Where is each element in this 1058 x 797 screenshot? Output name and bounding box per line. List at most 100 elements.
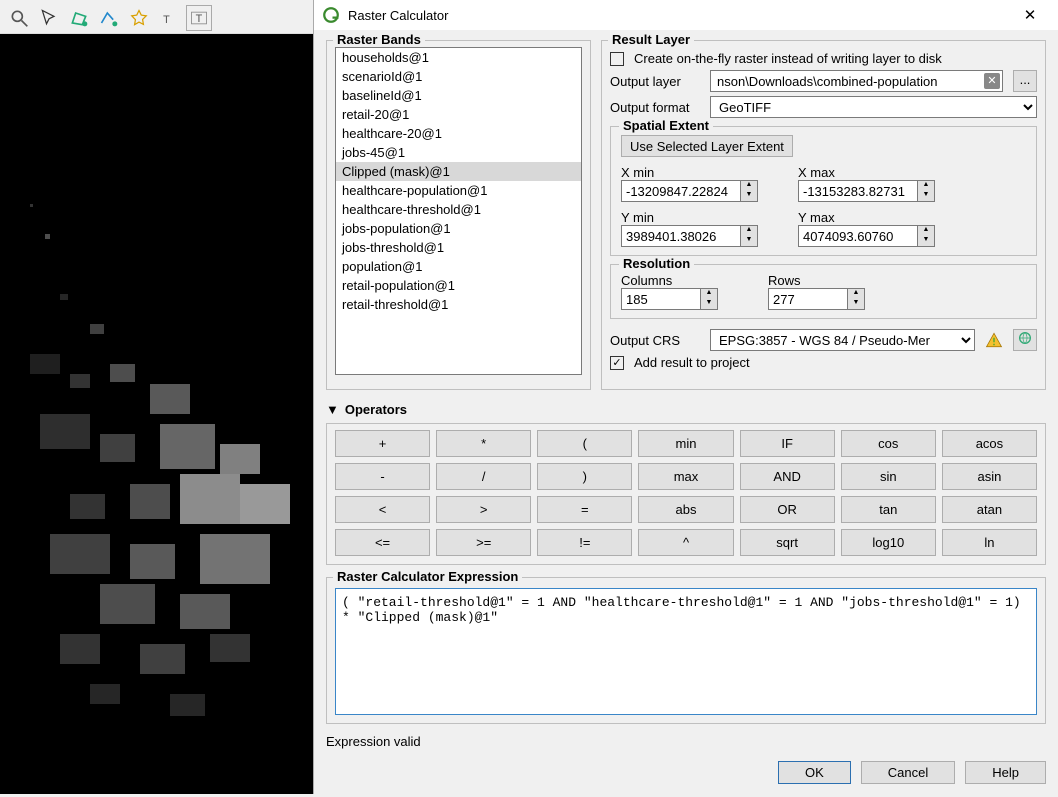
- operator-button[interactable]: abs: [638, 496, 733, 523]
- operator-button[interactable]: tan: [841, 496, 936, 523]
- band-item[interactable]: healthcare-population@1: [336, 181, 581, 200]
- operator-button[interactable]: log10: [841, 529, 936, 556]
- band-item[interactable]: baselineId@1: [336, 86, 581, 105]
- output-crs-select[interactable]: EPSG:3857 - WGS 84 / Pseudo-Mer: [710, 329, 975, 351]
- operator-button[interactable]: <=: [335, 529, 430, 556]
- ymin-input[interactable]: [621, 225, 741, 247]
- operator-button[interactable]: >: [436, 496, 531, 523]
- operator-button[interactable]: /: [436, 463, 531, 490]
- raster-bands-legend: Raster Bands: [333, 32, 425, 47]
- ok-button[interactable]: OK: [778, 761, 851, 784]
- close-button[interactable]: ✕: [1010, 6, 1050, 24]
- new-line-icon[interactable]: [96, 5, 122, 31]
- operator-button[interactable]: sqrt: [740, 529, 835, 556]
- spin-down-icon[interactable]: ▼: [741, 236, 757, 246]
- operator-button[interactable]: IF: [740, 430, 835, 457]
- xmin-input[interactable]: [621, 180, 741, 202]
- spin-down-icon[interactable]: ▼: [918, 236, 934, 246]
- band-item[interactable]: retail-20@1: [336, 105, 581, 124]
- browse-output-button[interactable]: ...: [1013, 70, 1037, 92]
- identify-icon[interactable]: [6, 5, 32, 31]
- operator-button[interactable]: ): [537, 463, 632, 490]
- spin-down-icon[interactable]: ▼: [848, 299, 864, 309]
- new-polygon-icon[interactable]: [66, 5, 92, 31]
- spin-down-icon[interactable]: ▼: [701, 299, 717, 309]
- result-layer-legend: Result Layer: [608, 32, 694, 47]
- dialog-titlebar: Raster Calculator ✕: [314, 0, 1058, 30]
- add-to-project-label: Add result to project: [634, 355, 750, 370]
- output-format-select[interactable]: GeoTIFF: [710, 96, 1037, 118]
- band-item[interactable]: jobs-threshold@1: [336, 238, 581, 257]
- select-crs-button[interactable]: [1013, 329, 1037, 351]
- operator-button[interactable]: min: [638, 430, 733, 457]
- operators-toggle[interactable]: ▼ Operators: [326, 402, 1046, 417]
- spin-up-icon[interactable]: ▲: [741, 181, 757, 191]
- operator-button[interactable]: ^: [638, 529, 733, 556]
- operators-grid: +*(minIFcosacos-/)maxANDsinasin<>=absORt…: [326, 423, 1046, 565]
- band-item[interactable]: jobs-population@1: [336, 219, 581, 238]
- band-item[interactable]: households@1: [336, 48, 581, 67]
- operator-button[interactable]: <: [335, 496, 430, 523]
- operator-button[interactable]: =: [537, 496, 632, 523]
- operator-button[interactable]: !=: [537, 529, 632, 556]
- select-arrow-icon[interactable]: [36, 5, 62, 31]
- rows-input[interactable]: [768, 288, 848, 310]
- expression-status-label: Expression valid: [326, 734, 1046, 749]
- band-item[interactable]: population@1: [336, 257, 581, 276]
- band-item[interactable]: retail-population@1: [336, 276, 581, 295]
- spin-down-icon[interactable]: ▼: [741, 191, 757, 201]
- spatial-extent-legend: Spatial Extent: [619, 118, 713, 133]
- operator-button[interactable]: -: [335, 463, 430, 490]
- spin-down-icon[interactable]: ▼: [918, 191, 934, 201]
- operator-button[interactable]: sin: [841, 463, 936, 490]
- cancel-button[interactable]: Cancel: [861, 761, 955, 784]
- text-box-icon[interactable]: T: [186, 5, 212, 31]
- operator-button[interactable]: atan: [942, 496, 1037, 523]
- use-selected-extent-button[interactable]: Use Selected Layer Extent: [621, 135, 793, 157]
- expression-legend: Raster Calculator Expression: [333, 569, 522, 584]
- spin-up-icon[interactable]: ▲: [701, 289, 717, 299]
- columns-label: Columns: [621, 273, 681, 288]
- raster-bands-list[interactable]: households@1scenarioId@1baselineId@1reta…: [335, 47, 582, 375]
- operator-button[interactable]: acos: [942, 430, 1037, 457]
- text-annotation-icon[interactable]: T: [156, 5, 182, 31]
- favorite-icon[interactable]: [126, 5, 152, 31]
- operator-button[interactable]: >=: [436, 529, 531, 556]
- xmax-input[interactable]: [798, 180, 918, 202]
- qgis-icon: [322, 6, 340, 24]
- ymin-label: Y min: [621, 210, 681, 225]
- spin-up-icon[interactable]: ▲: [741, 226, 757, 236]
- operator-button[interactable]: max: [638, 463, 733, 490]
- spin-up-icon[interactable]: ▲: [918, 181, 934, 191]
- band-item[interactable]: Clipped (mask)@1: [336, 162, 581, 181]
- operator-button[interactable]: AND: [740, 463, 835, 490]
- operator-button[interactable]: (: [537, 430, 632, 457]
- expression-textarea[interactable]: [335, 588, 1037, 715]
- band-item[interactable]: scenarioId@1: [336, 67, 581, 86]
- resolution-legend: Resolution: [619, 256, 694, 271]
- operator-button[interactable]: cos: [841, 430, 936, 457]
- operator-button[interactable]: ln: [942, 529, 1037, 556]
- spin-up-icon[interactable]: ▲: [848, 289, 864, 299]
- output-layer-input[interactable]: [713, 72, 984, 90]
- ymax-input[interactable]: [798, 225, 918, 247]
- operator-button[interactable]: *: [436, 430, 531, 457]
- xmax-label: X max: [798, 165, 858, 180]
- columns-input[interactable]: [621, 288, 701, 310]
- spin-up-icon[interactable]: ▲: [918, 226, 934, 236]
- raster-bands-group: Raster Bands households@1scenarioId@1bas…: [326, 40, 591, 390]
- add-to-project-checkbox[interactable]: [610, 356, 624, 370]
- band-item[interactable]: healthcare-threshold@1: [336, 200, 581, 219]
- warning-icon: [985, 331, 1003, 349]
- onfly-checkbox[interactable]: [610, 52, 624, 66]
- band-item[interactable]: jobs-45@1: [336, 143, 581, 162]
- operator-button[interactable]: asin: [942, 463, 1037, 490]
- output-crs-label: Output CRS: [610, 333, 700, 348]
- operators-legend: Operators: [345, 402, 407, 417]
- band-item[interactable]: retail-threshold@1: [336, 295, 581, 314]
- clear-output-icon[interactable]: ✕: [984, 73, 1000, 89]
- band-item[interactable]: healthcare-20@1: [336, 124, 581, 143]
- operator-button[interactable]: +: [335, 430, 430, 457]
- help-button[interactable]: Help: [965, 761, 1046, 784]
- operator-button[interactable]: OR: [740, 496, 835, 523]
